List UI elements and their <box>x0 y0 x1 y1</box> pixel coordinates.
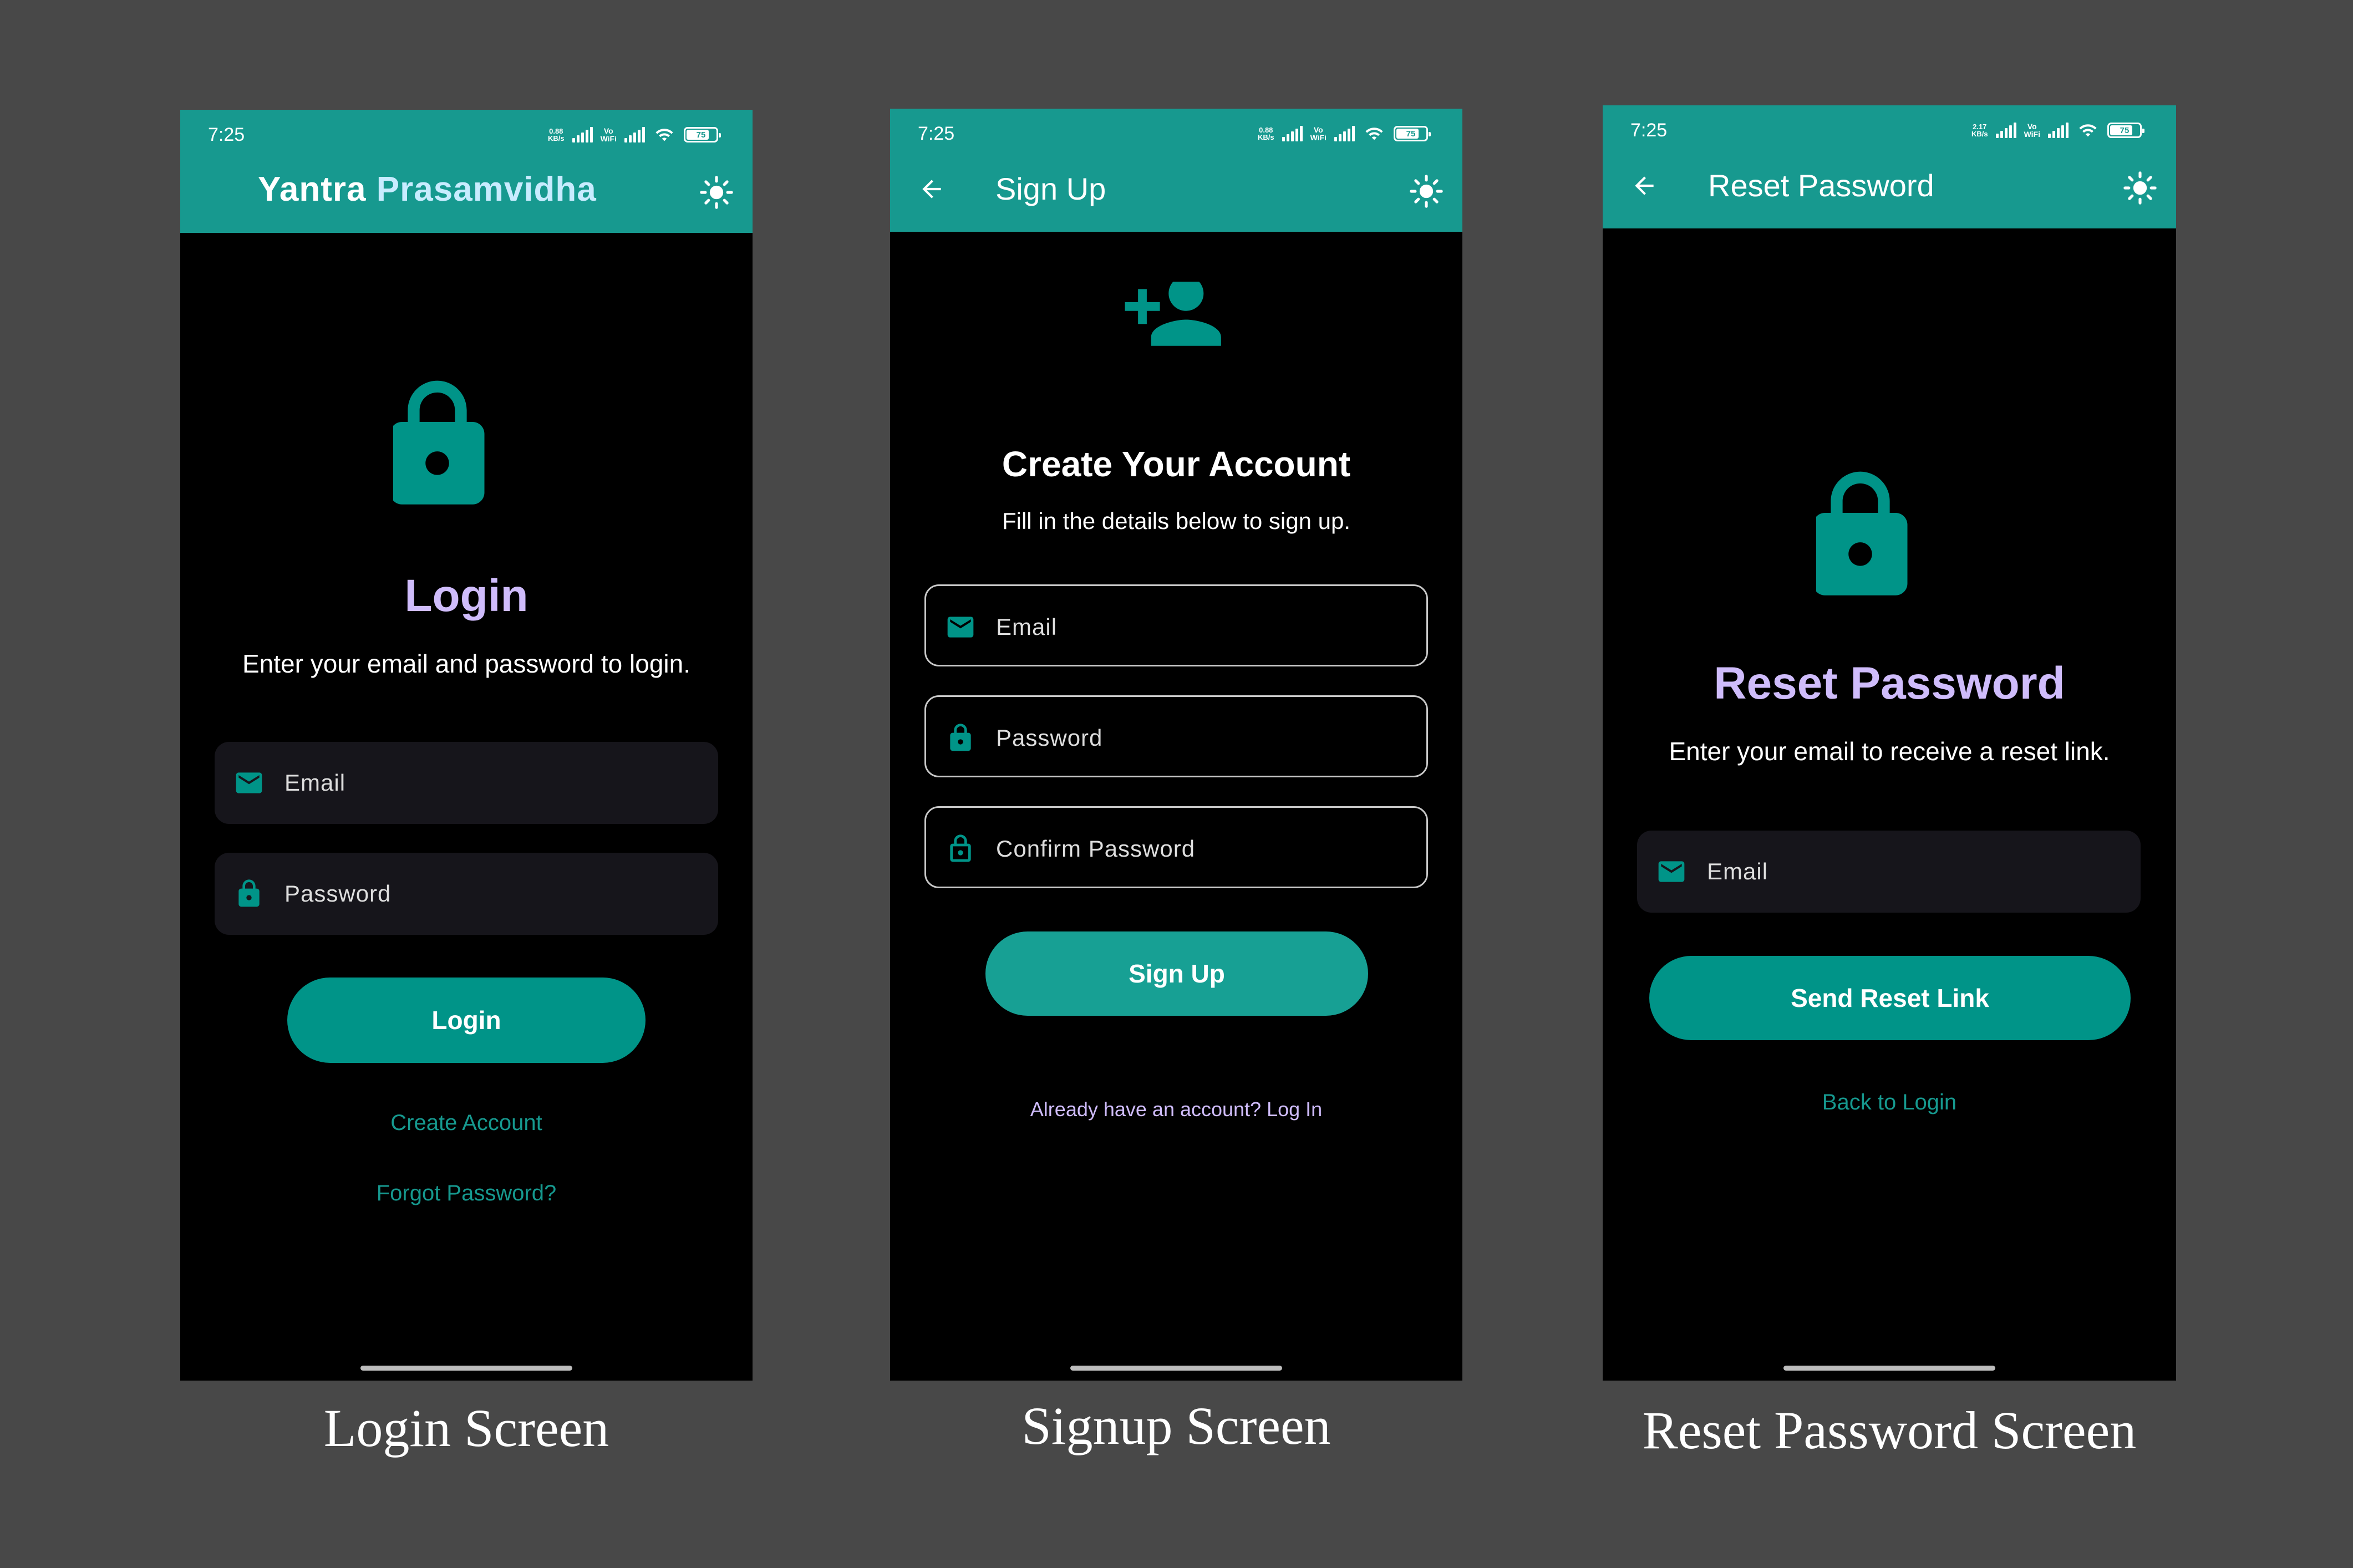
lock-icon <box>393 358 540 541</box>
mail-icon <box>1656 856 1687 887</box>
vowifi-indicator: Vo WiFi <box>1310 125 1327 142</box>
signup-screen: 7:25 0.88 KB/s Vo WiFi 75 Sign Up Create… <box>890 109 1462 1381</box>
status-time: 7:25 <box>208 124 245 145</box>
home-indicator <box>360 1366 572 1371</box>
vowifi-indicator: Vo WiFi <box>2024 122 2040 139</box>
create-account-link[interactable]: Create Account <box>180 1111 753 1136</box>
signal-icon <box>1995 123 2016 138</box>
lock-outline-icon <box>945 833 976 864</box>
status-icons: 0.88 KB/s Vo WiFi 75 <box>547 125 721 144</box>
net-speed: 2.17 KB/s <box>1971 123 1988 138</box>
password-field[interactable]: Password <box>924 695 1428 777</box>
login-caption: Login Screen <box>323 1398 609 1458</box>
reset-password-caption: Reset Password Screen <box>1642 1401 2137 1460</box>
sun-icon[interactable] <box>1409 174 1444 208</box>
net-speed: 0.88 KB/s <box>1257 126 1274 141</box>
app-title: Yantra Prasamvidha <box>258 170 597 209</box>
lock-icon <box>1816 449 1963 632</box>
signal-icon <box>572 127 593 142</box>
email-field[interactable]: Email <box>1637 831 2141 913</box>
confirm-password-field[interactable]: Confirm Password <box>924 806 1428 888</box>
app-bar: 7:25 0.88 KB/s Vo WiFi 75 Yantra Prasamv… <box>180 110 753 233</box>
vowifi-indicator: Vo WiFi <box>600 126 617 143</box>
signal-icon <box>1334 126 1355 141</box>
sun-icon[interactable] <box>699 175 734 210</box>
mail-icon <box>945 612 976 643</box>
page-title: Reset Password <box>1714 658 2065 709</box>
login-screen: 7:25 0.88 KB/s Vo WiFi 75 Yantra Prasamv… <box>180 110 753 1381</box>
arrow-left-icon[interactable] <box>1630 172 1658 200</box>
email-field-label: Email <box>1707 858 1768 884</box>
app-title-word-2: Prasamvidha <box>376 170 597 208</box>
login-button[interactable]: Login <box>287 978 646 1063</box>
wifi-icon <box>1363 124 1386 143</box>
reset-password-screen: 7:25 2.17 KB/s Vo WiFi 75 Reset Password… <box>1603 105 2176 1381</box>
signal-icon <box>2048 123 2069 138</box>
mail-icon <box>233 767 265 798</box>
email-field-label: Email <box>284 770 346 796</box>
page-title: Create Your Account <box>1002 444 1351 484</box>
home-indicator <box>1070 1366 1282 1371</box>
status-icons: 0.88 KB/s Vo WiFi 75 <box>1257 124 1431 143</box>
appbar-title: Sign Up <box>995 171 1106 206</box>
signal-icon <box>1282 126 1303 141</box>
appbar-title: Reset Password <box>1708 168 1934 203</box>
email-field-label: Email <box>996 614 1058 640</box>
confirm-password-field-label: Confirm Password <box>996 836 1196 862</box>
sign-up-button[interactable]: Sign Up <box>985 931 1368 1016</box>
password-field-label: Password <box>284 880 392 907</box>
arrow-left-icon[interactable] <box>918 175 946 203</box>
battery-icon: 75 <box>2107 123 2144 138</box>
person-add-icon <box>1107 282 1252 393</box>
app-bar: 7:25 0.88 KB/s Vo WiFi 75 Sign Up <box>890 109 1462 232</box>
password-field-label: Password <box>996 725 1103 751</box>
lock-icon <box>945 722 976 754</box>
password-field[interactable]: Password <box>215 853 718 935</box>
app-bar: 7:25 2.17 KB/s Vo WiFi 75 Reset Password <box>1603 105 2176 228</box>
sun-icon[interactable] <box>2123 171 2157 205</box>
page-title: Login <box>404 571 528 621</box>
signal-icon <box>624 127 645 142</box>
login-link[interactable]: Already have an account? Log In <box>890 1098 1462 1121</box>
email-field[interactable]: Email <box>215 742 718 824</box>
signup-caption: Signup Screen <box>1022 1396 1331 1455</box>
app-title-word-1: Yantra <box>258 170 367 208</box>
net-speed: 0.88 KB/s <box>547 127 565 142</box>
lock-icon <box>233 878 265 909</box>
back-to-login-link[interactable]: Back to Login <box>1603 1090 2176 1115</box>
status-time: 7:25 <box>918 123 955 144</box>
battery-icon: 75 <box>1394 126 1431 141</box>
home-indicator <box>1783 1366 1995 1371</box>
forgot-password-link[interactable]: Forgot Password? <box>180 1181 753 1206</box>
page-subtitle: Fill in the details below to sign up. <box>1002 508 1350 534</box>
wifi-icon <box>2076 121 2100 140</box>
status-time: 7:25 <box>1630 120 1668 141</box>
status-icons: 2.17 KB/s Vo WiFi 75 <box>1971 121 2144 140</box>
page-subtitle: Enter your email to receive a reset link… <box>1669 737 2110 766</box>
wifi-icon <box>653 125 676 144</box>
battery-icon: 75 <box>684 127 721 142</box>
send-reset-link-button[interactable]: Send Reset Link <box>1649 956 2131 1040</box>
email-field[interactable]: Email <box>924 584 1428 666</box>
page-subtitle: Enter your email and password to login. <box>242 649 690 678</box>
